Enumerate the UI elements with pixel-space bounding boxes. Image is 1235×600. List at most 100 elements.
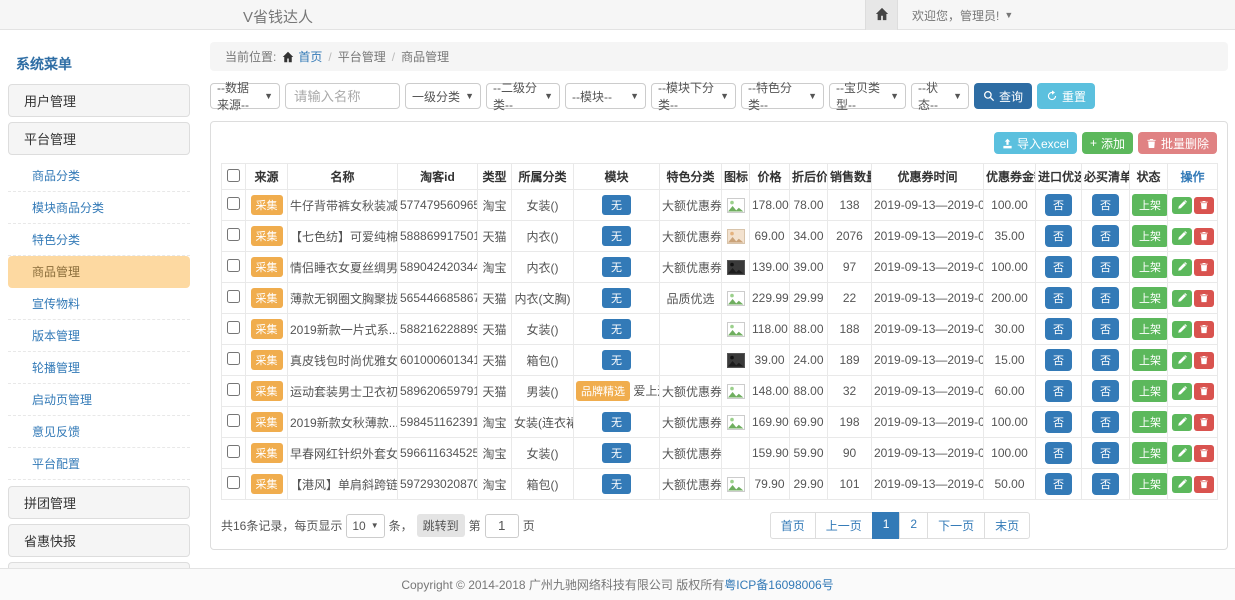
sidebar-subitem[interactable]: 平台配置 <box>8 448 190 480</box>
must-buy-toggle[interactable]: 否 <box>1092 287 1119 309</box>
add-button[interactable]: + 添加 <box>1082 132 1133 154</box>
status-button[interactable]: 上架 <box>1132 473 1168 495</box>
sidebar-subitem[interactable]: 启动页管理 <box>8 384 190 416</box>
status-button[interactable]: 上架 <box>1132 380 1168 402</box>
query-button[interactable]: 查询 <box>974 83 1032 109</box>
import-select-toggle[interactable]: 否 <box>1045 225 1072 247</box>
filter-select[interactable]: --模块--▼ <box>565 83 646 109</box>
delete-button[interactable] <box>1194 197 1214 214</box>
import-select-toggle[interactable]: 否 <box>1045 318 1072 340</box>
name-search-input[interactable] <box>285 83 400 109</box>
sidebar-subitem[interactable]: 宣传物料 <box>8 288 190 320</box>
edit-button[interactable] <box>1172 290 1192 307</box>
batch-delete-button[interactable]: 批量删除 <box>1138 132 1217 154</box>
status-button[interactable]: 上架 <box>1132 442 1168 464</box>
filter-select[interactable]: 一级分类▼ <box>405 83 481 109</box>
sidebar-item-group[interactable]: 平台管理 <box>8 122 190 155</box>
module-none-badge[interactable]: 无 <box>602 443 631 463</box>
edit-button[interactable] <box>1172 383 1192 400</box>
sidebar-subitem[interactable]: 模块商品分类 <box>8 192 190 224</box>
reset-button[interactable]: 重置 <box>1037 83 1095 109</box>
edit-button[interactable] <box>1172 445 1192 462</box>
import-select-toggle[interactable]: 否 <box>1045 380 1072 402</box>
home-button[interactable] <box>865 0 898 30</box>
per-page-select[interactable]: 10 ▼ <box>346 514 384 538</box>
page-button[interactable]: 首页 <box>770 512 816 539</box>
import-select-toggle[interactable]: 否 <box>1045 411 1072 433</box>
delete-button[interactable] <box>1194 321 1214 338</box>
status-button[interactable]: 上架 <box>1132 287 1168 309</box>
status-button[interactable]: 上架 <box>1132 318 1168 340</box>
sidebar-subitem[interactable]: 特色分类 <box>8 224 190 256</box>
must-buy-toggle[interactable]: 否 <box>1092 225 1119 247</box>
page-button[interactable]: 1 <box>872 512 901 539</box>
page-button[interactable]: 末页 <box>984 512 1030 539</box>
jump-button[interactable]: 跳转到 <box>417 514 465 537</box>
sidebar-item-group[interactable]: 省惠快报 <box>8 524 190 557</box>
must-buy-toggle[interactable]: 否 <box>1092 318 1119 340</box>
status-button[interactable]: 上架 <box>1132 225 1168 247</box>
must-buy-toggle[interactable]: 否 <box>1092 380 1119 402</box>
row-checkbox[interactable] <box>227 228 240 241</box>
delete-button[interactable] <box>1194 352 1214 369</box>
import-select-toggle[interactable]: 否 <box>1045 194 1072 216</box>
must-buy-toggle[interactable]: 否 <box>1092 411 1119 433</box>
sidebar-subitem[interactable]: 版本管理 <box>8 320 190 352</box>
import-excel-button[interactable]: 导入excel <box>994 132 1077 154</box>
delete-button[interactable] <box>1194 383 1214 400</box>
must-buy-toggle[interactable]: 否 <box>1092 194 1119 216</box>
import-select-toggle[interactable]: 否 <box>1045 442 1072 464</box>
filter-select[interactable]: --宝贝类型--▼ <box>829 83 906 109</box>
row-checkbox[interactable] <box>227 414 240 427</box>
row-checkbox[interactable] <box>227 476 240 489</box>
filter-select[interactable]: --模块下分类--▼ <box>651 83 736 109</box>
filter-select[interactable]: --二级分类--▼ <box>486 83 560 109</box>
filter-select[interactable]: --特色分类--▼ <box>741 83 824 109</box>
row-checkbox[interactable] <box>227 352 240 365</box>
status-button[interactable]: 上架 <box>1132 256 1168 278</box>
delete-button[interactable] <box>1194 445 1214 462</box>
edit-button[interactable] <box>1172 228 1192 245</box>
module-none-badge[interactable]: 无 <box>602 226 631 246</box>
import-select-toggle[interactable]: 否 <box>1045 287 1072 309</box>
breadcrumb-item[interactable]: 平台管理 <box>338 48 386 65</box>
must-buy-toggle[interactable]: 否 <box>1092 473 1119 495</box>
edit-button[interactable] <box>1172 259 1192 276</box>
import-select-toggle[interactable]: 否 <box>1045 349 1072 371</box>
module-badge[interactable]: 品牌精选 <box>576 381 630 401</box>
module-none-badge[interactable]: 无 <box>602 350 631 370</box>
sidebar-subitem[interactable]: 商品分类 <box>8 160 190 192</box>
status-button[interactable]: 上架 <box>1132 411 1168 433</box>
module-none-badge[interactable]: 无 <box>602 257 631 277</box>
module-none-badge[interactable]: 无 <box>602 319 631 339</box>
module-none-badge[interactable]: 无 <box>602 412 631 432</box>
icp-link[interactable]: 粤ICP备16098006号 <box>724 576 833 593</box>
edit-button[interactable] <box>1172 414 1192 431</box>
module-none-badge[interactable]: 无 <box>602 195 631 215</box>
edit-button[interactable] <box>1172 352 1192 369</box>
row-checkbox[interactable] <box>227 321 240 334</box>
status-button[interactable]: 上架 <box>1132 349 1168 371</box>
must-buy-toggle[interactable]: 否 <box>1092 442 1119 464</box>
delete-button[interactable] <box>1194 476 1214 493</box>
select-all-checkbox[interactable] <box>227 169 240 182</box>
sidebar-subitem[interactable]: 意见反馈 <box>8 416 190 448</box>
sidebar-subitem[interactable]: 轮播管理 <box>8 352 190 384</box>
must-buy-toggle[interactable]: 否 <box>1092 256 1119 278</box>
edit-button[interactable] <box>1172 476 1192 493</box>
sidebar-item-group[interactable]: 用户管理 <box>8 84 190 117</box>
edit-button[interactable] <box>1172 321 1192 338</box>
page-number-input[interactable] <box>485 514 519 538</box>
delete-button[interactable] <box>1194 414 1214 431</box>
filter-select[interactable]: --状态--▼ <box>911 83 969 109</box>
sidebar-item-group[interactable]: 拼团管理 <box>8 486 190 519</box>
breadcrumb-home-link[interactable]: 首页 <box>282 48 322 65</box>
page-button[interactable]: 下一页 <box>927 512 985 539</box>
import-select-toggle[interactable]: 否 <box>1045 473 1072 495</box>
user-menu[interactable]: 欢迎您，管理员! ▼ <box>912 7 1013 24</box>
filter-select[interactable]: --数据来源--▼ <box>210 83 280 109</box>
row-checkbox[interactable] <box>227 290 240 303</box>
status-button[interactable]: 上架 <box>1132 194 1168 216</box>
delete-button[interactable] <box>1194 259 1214 276</box>
module-none-badge[interactable]: 无 <box>602 288 631 308</box>
